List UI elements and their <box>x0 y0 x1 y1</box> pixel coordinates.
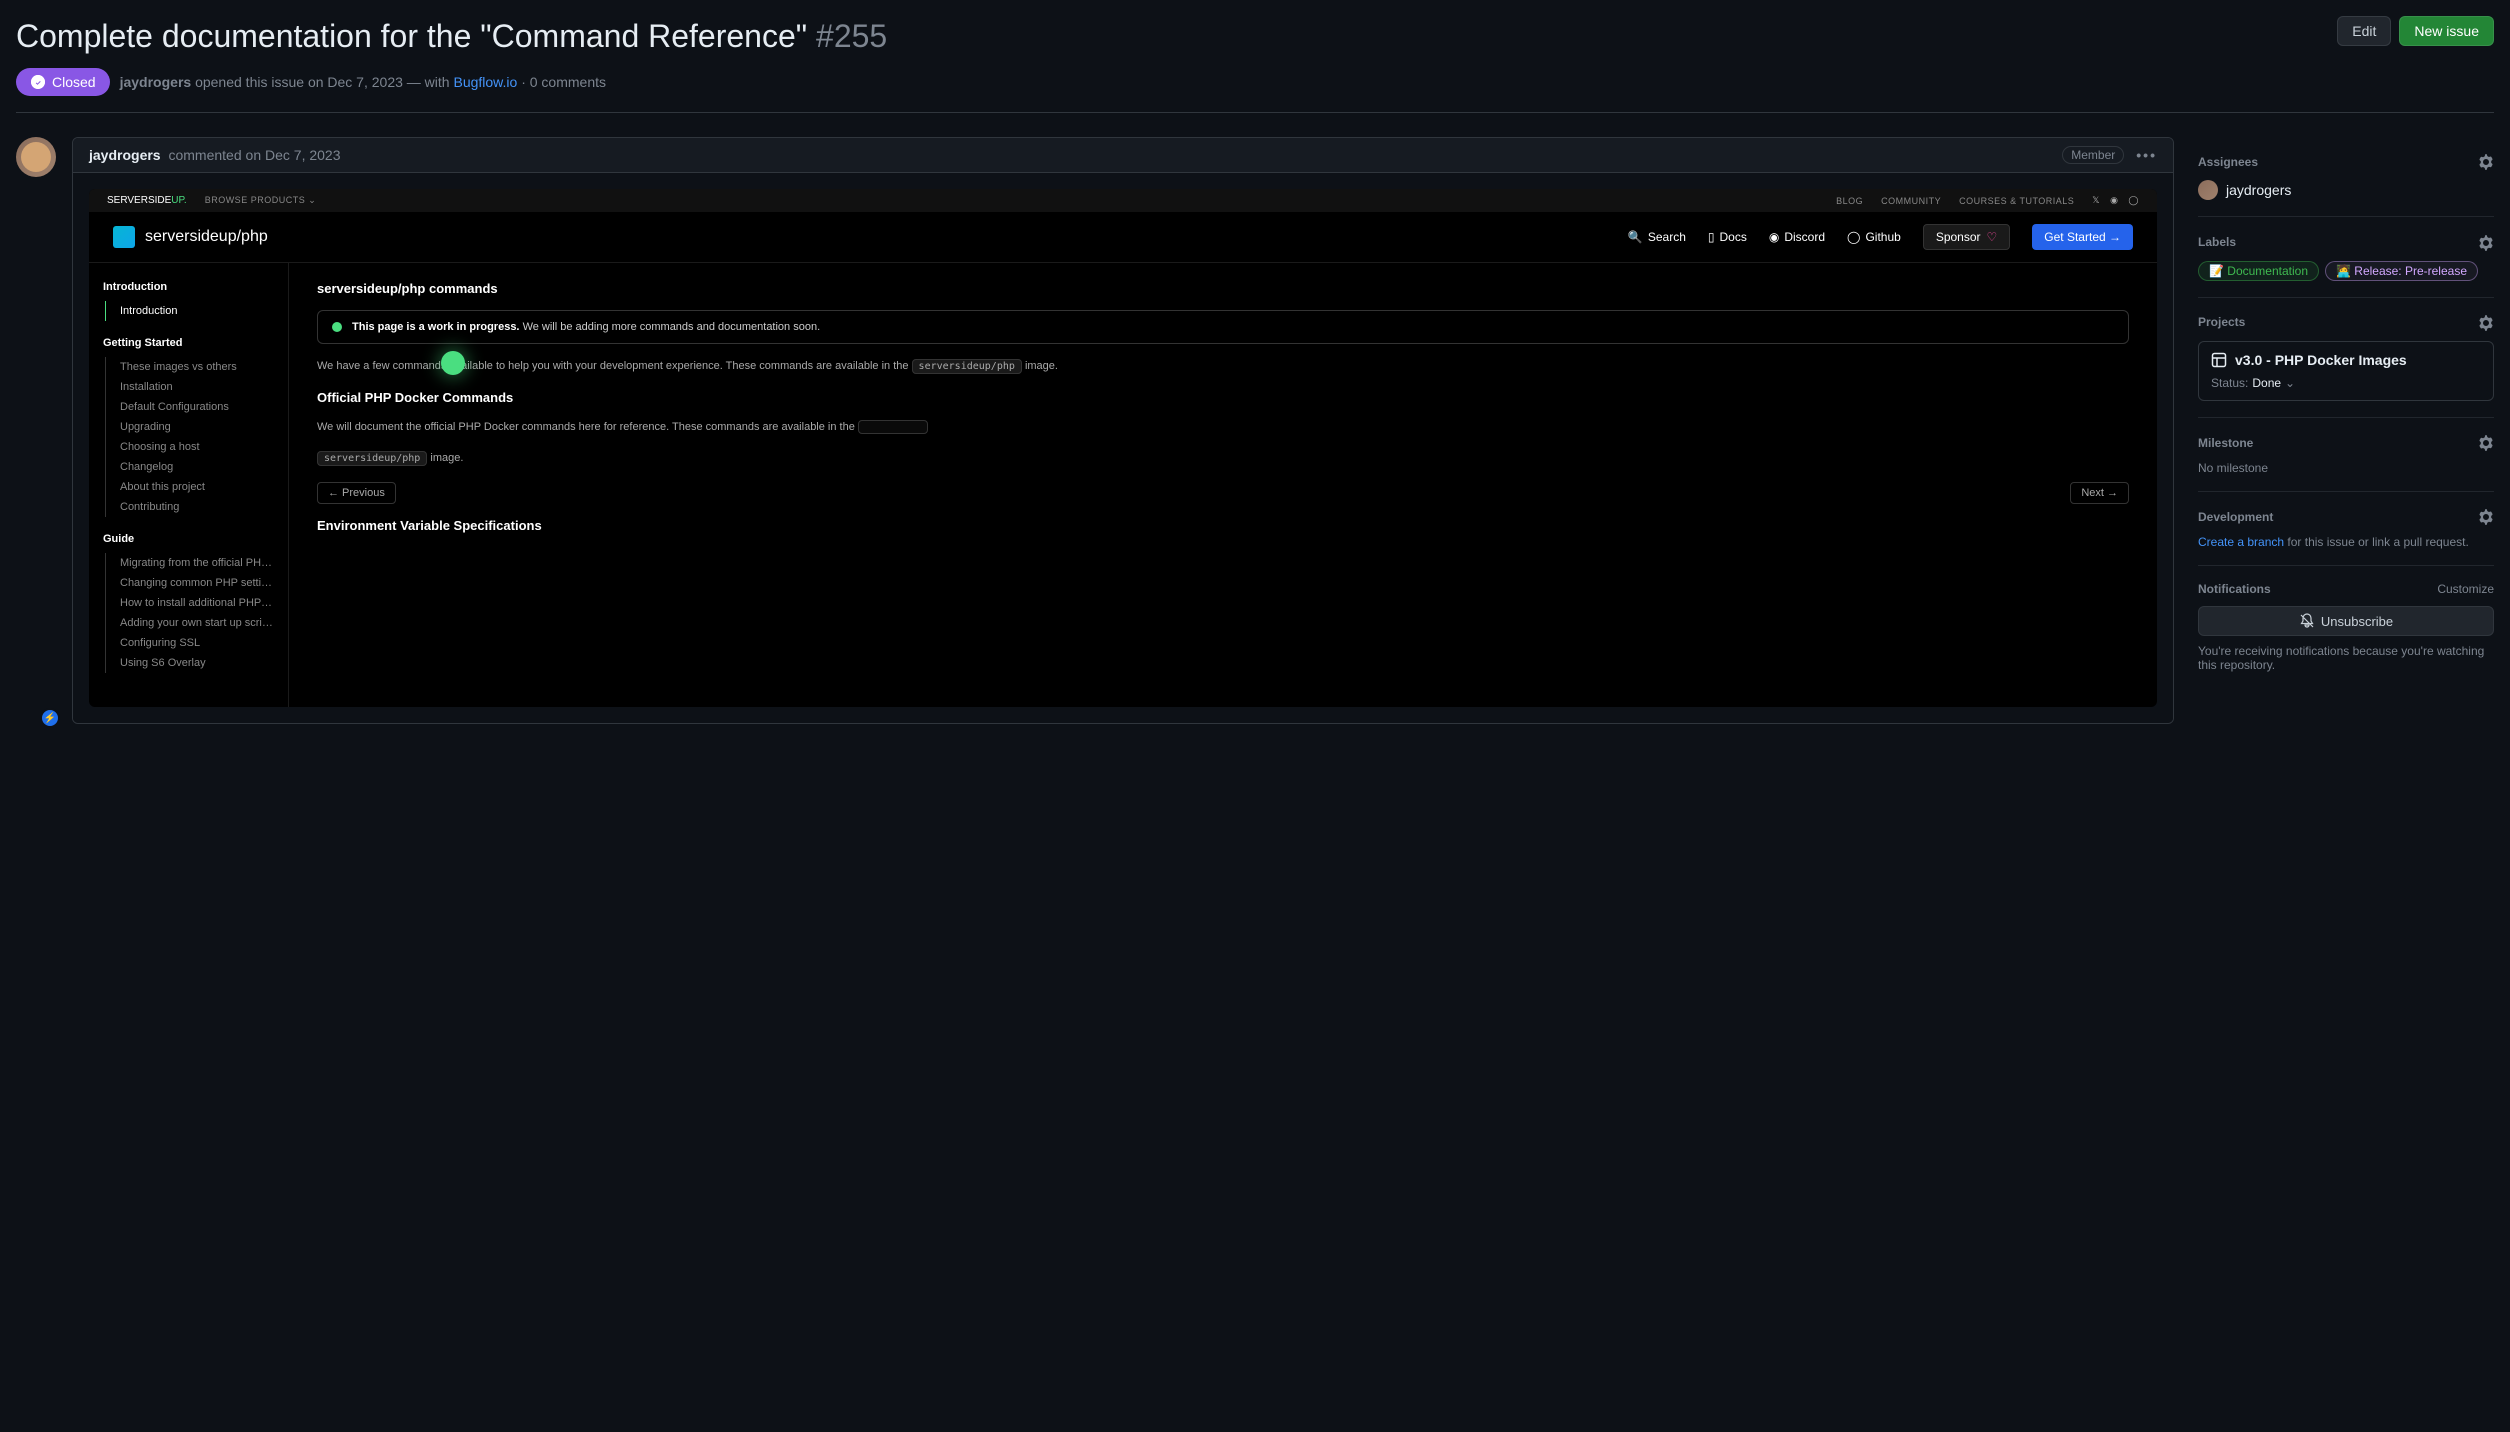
create-branch-link[interactable]: Create a branch <box>2198 535 2284 549</box>
new-issue-button[interactable]: New issue <box>2399 16 2494 46</box>
closed-icon <box>30 74 46 90</box>
edit-button[interactable]: Edit <box>2337 16 2391 46</box>
cursor-indicator <box>441 351 465 375</box>
author-avatar[interactable]: ⚡ <box>16 137 56 724</box>
chevron-down-icon: ⌄ <box>2285 376 2295 390</box>
sponsor-button: Sponsor♡ <box>1923 224 2010 250</box>
milestone-title: Milestone <box>2198 436 2253 450</box>
heart-icon: ♡ <box>1987 230 1998 244</box>
assignee[interactable]: jaydrogers <box>2198 180 2494 200</box>
development-text: for this issue or link a pull request. <box>2287 535 2468 549</box>
comment-author-link[interactable]: jaydrogers <box>89 147 161 163</box>
github-icon: ◯ <box>1847 230 1860 244</box>
issue-meta: Closed jaydrogers opened this issue on D… <box>16 68 2494 113</box>
avatar <box>2198 180 2218 200</box>
unsubscribe-button[interactable]: Unsubscribe <box>2198 606 2494 636</box>
project-card[interactable]: v3.0 - PHP Docker Images Status: Done ⌄ <box>2198 341 2494 401</box>
assignees-title: Assignees <box>2198 155 2258 169</box>
discord-icon: ◉ <box>1769 230 1779 244</box>
prev-button: ← Previous <box>317 482 396 504</box>
bugflow-link[interactable]: Bugflow.io <box>453 74 517 90</box>
emb-logo: ServerSideUP. <box>107 195 187 206</box>
milestone-value: No milestone <box>2198 461 2494 475</box>
projects-title: Projects <box>2198 315 2245 329</box>
docs-nav: ▯Docs <box>1708 230 1747 244</box>
notification-reason: You're receiving notifications because y… <box>2198 644 2494 672</box>
gear-icon[interactable] <box>2478 508 2494 525</box>
project-icon <box>2211 352 2227 368</box>
labels-title: Labels <box>2198 235 2236 249</box>
bell-slash-icon <box>2299 613 2315 629</box>
issue-number: #255 <box>816 18 887 54</box>
gear-icon[interactable] <box>2478 233 2494 250</box>
search-icon: 🔍 <box>1628 230 1643 244</box>
avatar-bolt-badge: ⚡ <box>40 708 60 728</box>
github-icon: ◯ <box>2128 195 2139 206</box>
issue-author-link[interactable]: jaydrogers <box>120 74 192 90</box>
browse-products: BROWSE PRODUCTS ⌄ <box>205 195 317 206</box>
embedded-screenshot: ServerSideUP. BROWSE PRODUCTS ⌄ BLOG COM… <box>89 189 2157 707</box>
progress-alert: This page is a work in progress. We will… <box>317 310 2129 344</box>
sidebar-item: Introduction <box>105 301 274 321</box>
status-closed-pill: Closed <box>16 68 110 96</box>
member-badge: Member <box>2062 146 2124 164</box>
project-status[interactable]: Status: Done ⌄ <box>2211 376 2481 390</box>
next-button: Next → <box>2070 482 2129 504</box>
label-prerelease[interactable]: 🧑‍💻 Release: Pre-release <box>2325 261 2478 281</box>
comment-menu-icon[interactable]: ••• <box>2136 147 2157 163</box>
getstarted-button: Get Started → <box>2032 224 2133 250</box>
development-title: Development <box>2198 510 2273 524</box>
discord-nav: ◉Discord <box>1769 230 1825 244</box>
twitter-icon: 𝕏 <box>2092 195 2100 206</box>
github-nav: ◯Github <box>1847 230 1901 244</box>
comment-header: jaydrogers commented on Dec 7, 2023 Memb… <box>73 138 2173 173</box>
notifications-title: Notifications <box>2198 582 2271 596</box>
emb-brand: serversideup/php <box>113 226 268 248</box>
gear-icon[interactable] <box>2478 434 2494 451</box>
issue-title: Complete documentation for the "Command … <box>16 16 887 56</box>
gear-icon[interactable] <box>2478 153 2494 170</box>
info-icon <box>332 322 342 332</box>
customize-link[interactable]: Customize <box>2437 582 2494 596</box>
discord-icon: ◉ <box>2110 195 2118 206</box>
book-icon: ▯ <box>1708 230 1715 244</box>
label-documentation[interactable]: 📝 Documentation <box>2198 261 2319 281</box>
gear-icon[interactable] <box>2478 314 2494 331</box>
search-nav: 🔍Search <box>1628 230 1686 244</box>
cube-icon <box>113 226 135 248</box>
